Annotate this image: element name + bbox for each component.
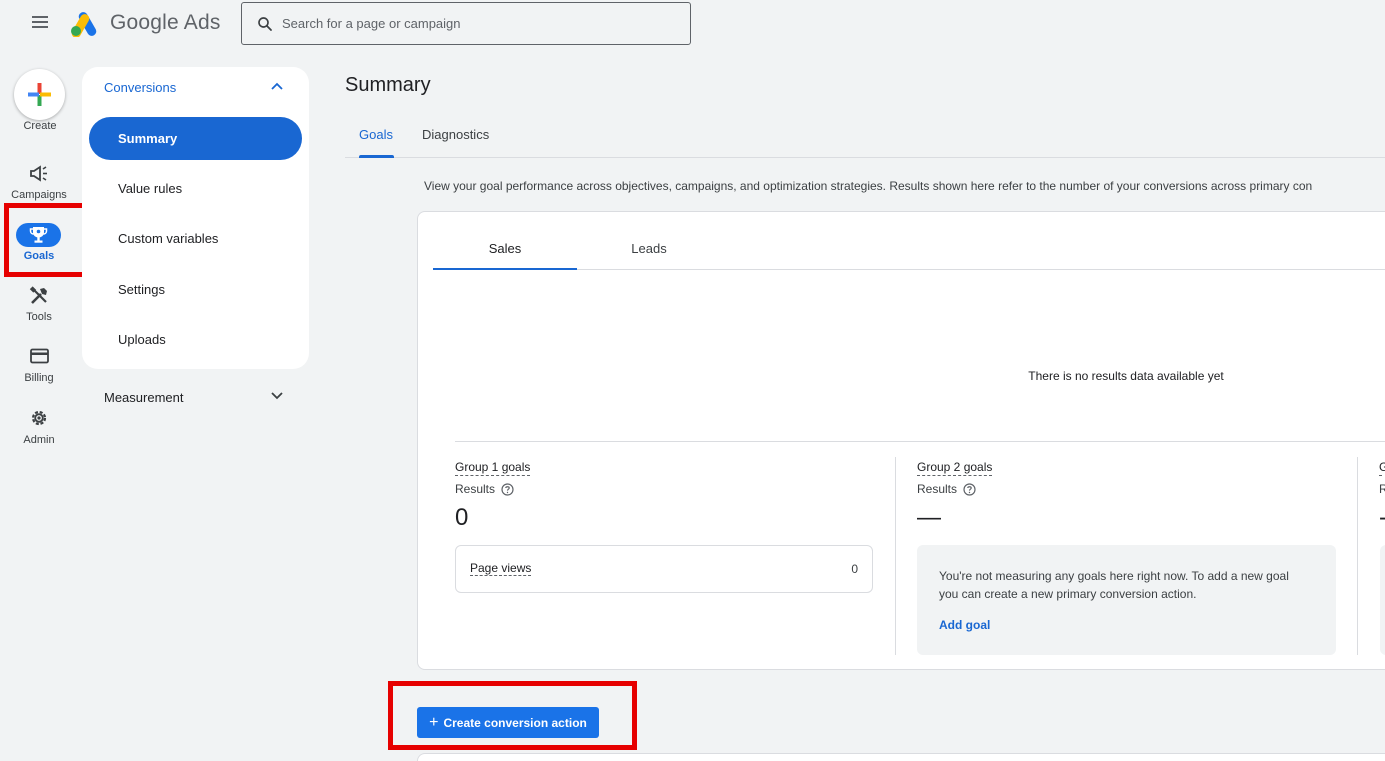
tab-sales[interactable]: Sales [433,241,577,256]
gear-icon[interactable] [29,408,49,428]
nav-item-value-rules[interactable]: Value rules [89,167,302,210]
page-views-label[interactable]: Page views [470,561,532,576]
nav-item-settings[interactable]: Settings [89,268,302,311]
page-views-row: Page views 0 [455,545,873,593]
search-input[interactable] [282,16,662,31]
group-1-goals: Group 1 goals Results 0 [455,458,531,532]
group-3-box-partial [1380,545,1385,655]
search-box[interactable] [241,2,691,45]
chevron-up-icon[interactable] [270,81,284,91]
card-tabs: Sales Leads [433,212,1385,270]
nav-item-custom-variables[interactable]: Custom variables [89,217,302,260]
conversions-nav-panel: Conversions Summary Value rules Custom v… [82,67,309,369]
credit-card-icon[interactable] [30,348,49,364]
card-divider [455,441,1385,442]
group-3-title[interactable]: G [1379,460,1385,476]
tools-icon[interactable] [29,286,49,305]
page-description: View your goal performance across object… [424,179,1313,193]
goals-summary-card: Sales Leads There is no results data ava… [417,211,1385,670]
group-divider [1357,457,1358,655]
google-ads-logo [71,12,97,37]
group-2-results-label: Results [917,482,958,496]
group-divider [895,457,896,655]
help-icon[interactable] [501,482,514,496]
nav-item-uploads[interactable]: Uploads [89,318,302,361]
group-1-title[interactable]: Group 1 goals [455,460,531,476]
group-1-value: 0 [455,504,469,531]
rail-item-campaigns[interactable]: Campaigns [0,189,78,201]
page-title: Summary [345,74,431,96]
megaphone-icon[interactable] [29,165,49,183]
group-3-goals-partial: G R - [1379,458,1385,532]
plus-icon [28,83,51,106]
chevron-down-icon[interactable] [270,391,284,401]
page-views-value: 0 [851,562,858,576]
group-2-title[interactable]: Group 2 goals [917,460,993,476]
nav-section-conversions[interactable]: Conversions [104,80,176,95]
tab-diagnostics[interactable]: Diagnostics [422,127,489,142]
group-3-value: - [1379,504,1385,532]
nav-section-measurement[interactable]: Measurement [104,390,183,405]
active-tab-indicator [359,155,394,158]
left-rail: Create Campaigns Goals Tools Billing Adm… [0,48,78,761]
create-button[interactable] [14,69,65,120]
empty-goals-box: You're not measuring any goals here righ… [917,545,1336,655]
menu-icon[interactable] [29,13,51,35]
help-icon[interactable] [963,482,976,496]
main-tabs: Goals Diagnostics [345,116,1385,158]
rail-item-billing[interactable]: Billing [0,372,78,384]
rail-item-admin[interactable]: Admin [0,434,78,446]
search-icon [258,16,272,31]
tab-leads[interactable]: Leads [577,241,721,256]
next-card-edge [417,753,1385,761]
group-2-goals: Group 2 goals Results — [917,458,993,532]
rail-item-tools[interactable]: Tools [0,311,78,323]
brand-name: Google Ads [110,11,221,34]
highlight-goals [4,203,88,277]
add-goal-link[interactable]: Add goal [939,618,990,632]
top-bar: Google Ads [0,0,1385,48]
group-2-value: — [917,504,941,531]
empty-goals-message: You're not measuring any goals here righ… [939,569,1289,601]
group-1-results-label: Results [455,482,496,496]
no-data-message: There is no results data available yet [1028,369,1224,383]
highlight-create-conversion [388,681,637,750]
active-card-tab-indicator [433,268,577,270]
tab-goals[interactable]: Goals [359,127,393,142]
group-3-results-label: R [1379,482,1385,496]
create-label: Create [23,120,57,132]
nav-item-summary[interactable]: Summary [89,117,302,160]
